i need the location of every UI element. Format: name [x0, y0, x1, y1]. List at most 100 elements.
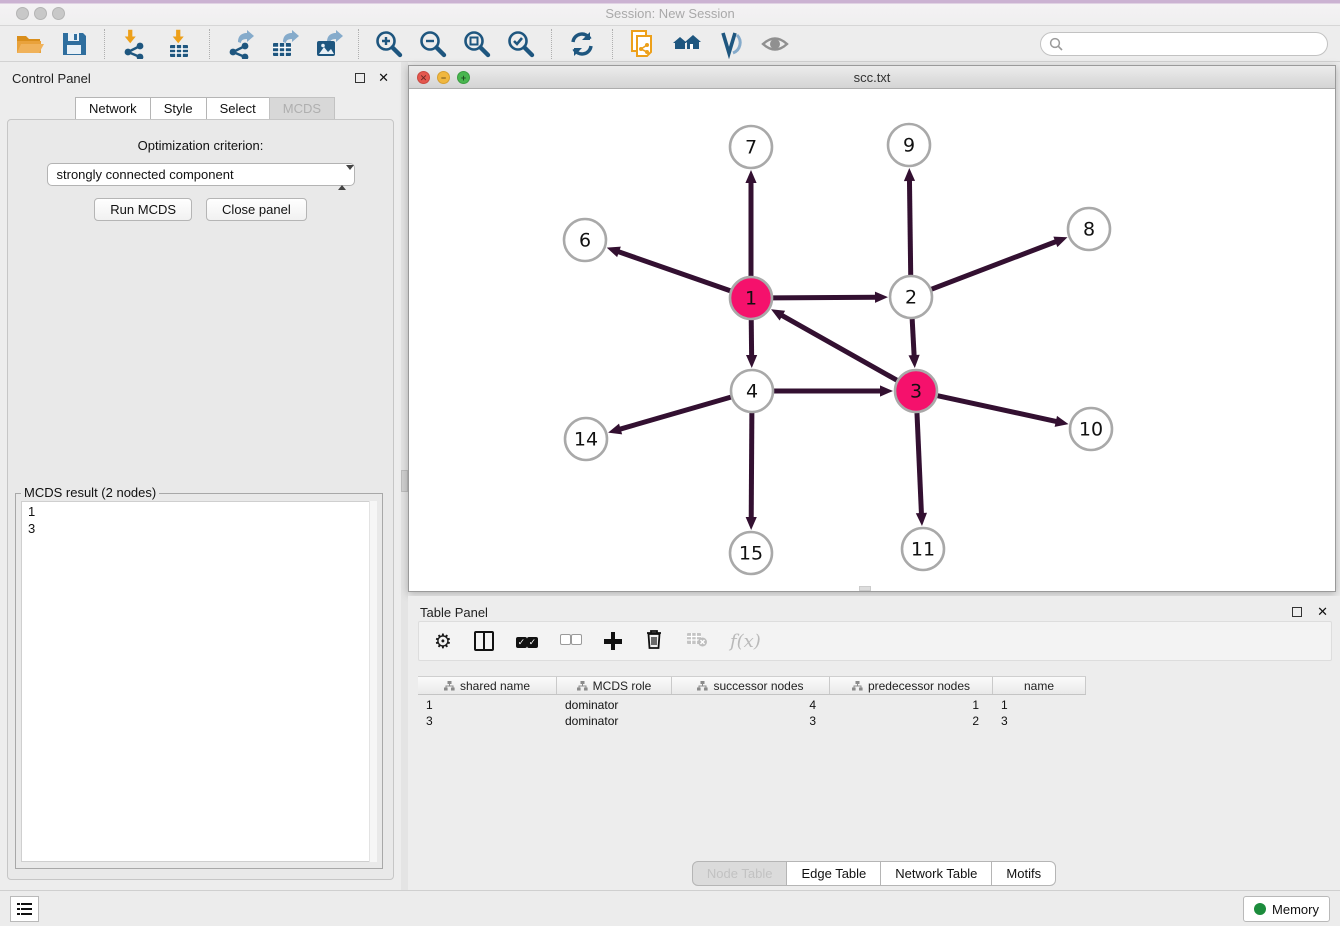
table-cell[interactable]: 1 [830, 697, 993, 713]
tab-select[interactable]: Select [206, 97, 270, 120]
zoom-out-icon[interactable] [418, 29, 448, 59]
save-session-icon[interactable] [59, 29, 89, 59]
node-3[interactable]: 3 [895, 370, 937, 412]
close-panel-button[interactable]: Close panel [206, 198, 307, 221]
table-cell[interactable]: 3 [993, 713, 1086, 729]
node-7[interactable]: 7 [730, 126, 772, 168]
edge-4-14[interactable] [619, 397, 731, 429]
show-columns-icon[interactable] [474, 631, 494, 651]
table-cell[interactable]: 4 [672, 697, 830, 713]
search-input[interactable] [1064, 34, 1327, 54]
home-icon[interactable] [672, 29, 702, 59]
column-header-successor-nodes[interactable]: successor nodes [672, 677, 830, 694]
zoom-fit-icon[interactable] [462, 29, 492, 59]
zoom-in-icon[interactable] [374, 29, 404, 59]
panel-splitter[interactable] [401, 62, 408, 890]
add-column-icon[interactable] [604, 632, 622, 650]
table-cell[interactable]: 3 [418, 713, 557, 729]
edge-2-9[interactable] [909, 179, 910, 275]
network-resize-grip[interactable] [859, 586, 871, 591]
splitter-grip[interactable] [401, 470, 408, 492]
export-table-icon[interactable] [269, 29, 299, 59]
table-cell[interactable]: 2 [830, 713, 993, 729]
status-bar: Memory [0, 890, 1340, 926]
node-10[interactable]: 10 [1070, 408, 1112, 450]
table-cell[interactable]: dominator [557, 697, 672, 713]
tab-style[interactable]: Style [150, 97, 207, 120]
control-panel-title: Control Panel [12, 71, 91, 86]
trash-icon[interactable] [644, 628, 664, 655]
float-table-panel-icon[interactable] [1292, 607, 1302, 617]
tab-edge-table[interactable]: Edge Table [786, 861, 881, 886]
edge-1-2[interactable] [773, 297, 877, 298]
memory-button[interactable]: Memory [1243, 896, 1330, 922]
result-scrollbar[interactable] [369, 501, 377, 862]
style-icon[interactable] [716, 29, 746, 59]
node-table-header: shared name MCDS role successor nodes pr… [418, 676, 1086, 695]
chevron-updown-icon [338, 167, 348, 183]
import-table-icon[interactable] [164, 29, 194, 59]
close-table-panel-icon[interactable]: ✕ [1317, 605, 1328, 619]
table-cell[interactable]: 3 [672, 713, 830, 729]
edge-3-1[interactable] [781, 315, 897, 381]
gear-icon[interactable]: ⚙ [434, 631, 452, 651]
memory-label: Memory [1272, 902, 1319, 917]
tab-motifs[interactable]: Motifs [991, 861, 1056, 886]
network-graph[interactable]: 7 9 6 8 1 2 4 3 14 10 15 11 [409, 89, 1335, 591]
column-header-name[interactable]: name [993, 677, 1086, 694]
zoom-selected-icon[interactable] [506, 29, 536, 59]
control-panel: Control Panel ✕ Network Style Select MCD… [0, 62, 401, 890]
edge-3-10[interactable] [937, 396, 1057, 422]
toolbar-separator [358, 29, 359, 59]
tab-network-table[interactable]: Network Table [880, 861, 992, 886]
table-row[interactable]: 3dominator323 [418, 713, 1086, 729]
node-6[interactable]: 6 [564, 219, 606, 261]
node-8[interactable]: 8 [1068, 208, 1110, 250]
edge-4-15[interactable] [751, 413, 752, 519]
mcds-result-text[interactable]: 1 3 [21, 501, 377, 862]
hierarchy-icon [444, 681, 455, 691]
edge-1-6[interactable] [617, 251, 730, 291]
refresh-icon[interactable] [567, 29, 597, 59]
node-11[interactable]: 11 [902, 528, 944, 570]
node-9[interactable]: 9 [888, 124, 930, 166]
run-mcds-button[interactable]: Run MCDS [94, 198, 192, 221]
node-4[interactable]: 4 [731, 370, 773, 412]
toolbar-separator [209, 29, 210, 59]
clone-network-icon[interactable] [628, 29, 658, 59]
table-row[interactable]: 1dominator411 [418, 697, 1086, 713]
table-cell[interactable]: 1 [993, 697, 1086, 713]
import-network-icon[interactable] [120, 29, 150, 59]
node-2[interactable]: 2 [890, 276, 932, 318]
node-14[interactable]: 14 [565, 418, 607, 460]
export-image-icon[interactable] [313, 29, 343, 59]
column-header-shared-name[interactable]: shared name [418, 677, 557, 694]
column-header-mcds-role[interactable]: MCDS role [557, 677, 672, 694]
tab-mcds[interactable]: MCDS [269, 97, 335, 120]
open-session-icon[interactable] [15, 29, 45, 59]
table-cell[interactable]: 1 [418, 697, 557, 713]
network-window-titlebar[interactable]: ✕ − + scc.txt [409, 66, 1335, 89]
node-label: 11 [911, 539, 935, 561]
column-header-predecessor-nodes[interactable]: predecessor nodes [830, 677, 993, 694]
arrowhead-icon [904, 168, 915, 181]
hierarchy-icon [577, 681, 588, 691]
table-cell[interactable]: dominator [557, 713, 672, 729]
search-box[interactable] [1040, 32, 1328, 56]
float-panel-icon[interactable] [355, 73, 365, 83]
show-panels-button[interactable] [10, 896, 39, 922]
node-15[interactable]: 15 [730, 532, 772, 574]
edge-2-8[interactable] [932, 241, 1058, 289]
search-icon [1048, 36, 1064, 52]
node-1[interactable]: 1 [730, 277, 772, 319]
tab-network[interactable]: Network [75, 97, 151, 120]
criterion-dropdown[interactable]: strongly connected component [47, 163, 355, 186]
edge-3-11[interactable] [917, 413, 922, 515]
export-network-icon[interactable] [225, 29, 255, 59]
deselect-all-icon[interactable] [560, 632, 582, 650]
control-panel-header: Control Panel ✕ [0, 62, 401, 90]
edge-2-3[interactable] [912, 319, 914, 357]
tab-node-table[interactable]: Node Table [692, 861, 788, 886]
select-all-icon[interactable]: ✓✓ [516, 632, 538, 650]
close-panel-icon[interactable]: ✕ [378, 71, 389, 85]
